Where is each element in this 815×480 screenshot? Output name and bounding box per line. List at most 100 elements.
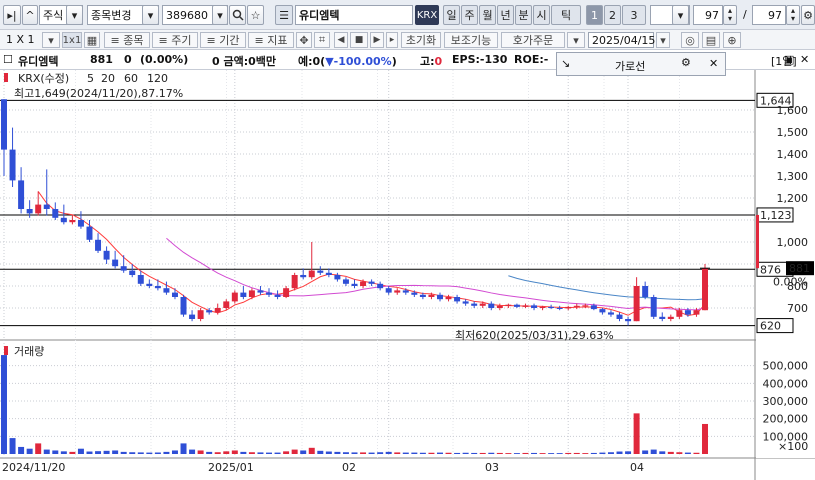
- candle-body: [513, 304, 520, 307]
- interval-3-button[interactable]: 3: [622, 5, 646, 25]
- candle-body: [342, 279, 349, 284]
- star-icon[interactable]: ☆: [247, 5, 264, 25]
- draw-tool-icon[interactable]: ↘: [561, 57, 570, 70]
- candle-body: [548, 306, 555, 308]
- volume-bar: [684, 452, 691, 454]
- item-toggle-button[interactable]: ≡ 종목: [104, 32, 150, 48]
- stop-icon[interactable]: ■: [350, 32, 368, 48]
- period-minute-button[interactable]: 분: [515, 5, 532, 25]
- volume-bar: [317, 450, 324, 454]
- prev-icon[interactable]: ◀: [334, 32, 348, 48]
- volume-bar: [599, 452, 606, 454]
- settings-gear-icon[interactable]: ⚙: [801, 5, 815, 25]
- aux-function-button[interactable]: 보조기능: [444, 32, 498, 48]
- candle-body: [86, 226, 93, 240]
- volume-bar: [103, 450, 110, 454]
- exchange-badge[interactable]: KRX: [415, 5, 439, 25]
- period-day-button[interactable]: 일: [443, 5, 460, 25]
- volume-bar: [266, 452, 273, 454]
- candle-body: [9, 149, 16, 181]
- search-icon[interactable]: [229, 5, 246, 25]
- volume-bar: [137, 452, 144, 454]
- volume-bar: [445, 452, 452, 454]
- order-button[interactable]: 호가주문: [501, 32, 565, 48]
- popup-close-icon[interactable]: ✕: [709, 57, 718, 70]
- chevron-down-icon[interactable]: ▾: [656, 32, 670, 48]
- volume-bar: [479, 452, 486, 454]
- volume-bar: [231, 450, 238, 454]
- candle-body: [214, 308, 221, 313]
- layout-1x1-button[interactable]: 1x1: [62, 32, 82, 48]
- view-count-stepper[interactable]: ▴ ▾: [723, 5, 737, 25]
- chevron-down-icon[interactable]: ▾: [66, 5, 83, 25]
- reset-button[interactable]: 초기화: [401, 32, 441, 48]
- volume-unit: ×100: [778, 440, 808, 453]
- period-week-button[interactable]: 주: [461, 5, 478, 25]
- stock-chart[interactable]: 1,6441,123876620881 1,6001,5001,4001,300…: [0, 70, 815, 480]
- table-icon[interactable]: ▤: [702, 32, 720, 48]
- candle-body: [539, 306, 546, 308]
- candle-body: [590, 305, 597, 310]
- date-input[interactable]: 2025/04/15: [588, 32, 655, 48]
- volume-bar: [257, 452, 264, 454]
- volume-bar: [548, 453, 555, 454]
- candle-body: [180, 297, 187, 315]
- period-year-button[interactable]: 년: [497, 5, 514, 25]
- axis-marker: [756, 214, 759, 269]
- date-tick-label: 2025/01: [208, 461, 254, 474]
- interval-1-button[interactable]: 1: [586, 5, 603, 25]
- chevron-down-icon[interactable]: ▾: [212, 5, 228, 25]
- volume-bar: [360, 452, 367, 454]
- interval-2-button[interactable]: 2: [604, 5, 621, 25]
- scroll-up-button[interactable]: ^: [22, 5, 38, 25]
- close-icon[interactable]: ✕: [800, 53, 809, 66]
- volume-bar: [702, 423, 708, 454]
- view-count-input[interactable]: 97: [693, 5, 723, 25]
- volume-bar: [163, 451, 170, 454]
- candle-body: [300, 275, 307, 278]
- info-expected-suffix: ): [391, 55, 397, 68]
- volume-bar: [26, 448, 33, 454]
- next-icon[interactable]: ▶: [370, 32, 384, 48]
- current-price-label: 881: [789, 262, 810, 275]
- stock-menu-icon[interactable]: ☰: [275, 5, 293, 25]
- indicator-toggle-button[interactable]: ≡ 지표: [248, 32, 294, 48]
- candle-body: [137, 275, 144, 284]
- maximize-icon[interactable]: ▣: [784, 53, 794, 66]
- chevron-down-icon[interactable]: ▾: [142, 5, 159, 25]
- candle-body: [120, 266, 127, 271]
- volume-tick-label: 500,000: [763, 360, 809, 373]
- volume-bar: [223, 451, 230, 454]
- grid-layout-icon[interactable]: ▦: [84, 32, 100, 48]
- period-toggle-button[interactable]: ≡ 주기: [152, 32, 198, 48]
- hash-icon[interactable]: ⌗: [314, 32, 330, 48]
- popup-settings-icon[interactable]: ⚙: [681, 56, 691, 69]
- chevron-down-icon[interactable]: ▾: [672, 5, 689, 25]
- candle-body: [240, 292, 247, 297]
- candle-body: [52, 209, 59, 218]
- candle-body: [428, 294, 435, 297]
- end-icon[interactable]: ▸: [386, 32, 398, 48]
- period-month-button[interactable]: 월: [479, 5, 496, 25]
- volume-bar: [616, 451, 623, 454]
- move-cross-icon[interactable]: ✥: [296, 32, 312, 48]
- total-count-stepper[interactable]: ▴ ▾: [786, 5, 800, 25]
- volume-bar: [283, 451, 290, 454]
- period-hour-button[interactable]: 시: [533, 5, 550, 25]
- candle-body: [402, 290, 409, 293]
- chevron-down-icon[interactable]: ▾: [42, 32, 60, 48]
- info-change-pct: (0.00%): [140, 53, 189, 66]
- candle-body: [522, 305, 529, 307]
- period-tick-button[interactable]: 틱: [551, 5, 581, 25]
- target-icon[interactable]: ◎: [681, 32, 699, 48]
- candle-body: [308, 270, 315, 278]
- candle-body: [462, 301, 469, 304]
- price-tick-label: 1,300: [777, 170, 809, 183]
- candle-body: [573, 305, 580, 307]
- range-toggle-button[interactable]: ≡ 기간: [200, 32, 246, 48]
- globe-icon[interactable]: ⊕: [723, 32, 741, 48]
- info-price: 881: [90, 53, 113, 66]
- panel-toggle-button[interactable]: ▸|: [3, 5, 21, 25]
- checkbox-icon[interactable]: ☐: [3, 53, 13, 66]
- chevron-down-icon[interactable]: ▾: [567, 32, 585, 48]
